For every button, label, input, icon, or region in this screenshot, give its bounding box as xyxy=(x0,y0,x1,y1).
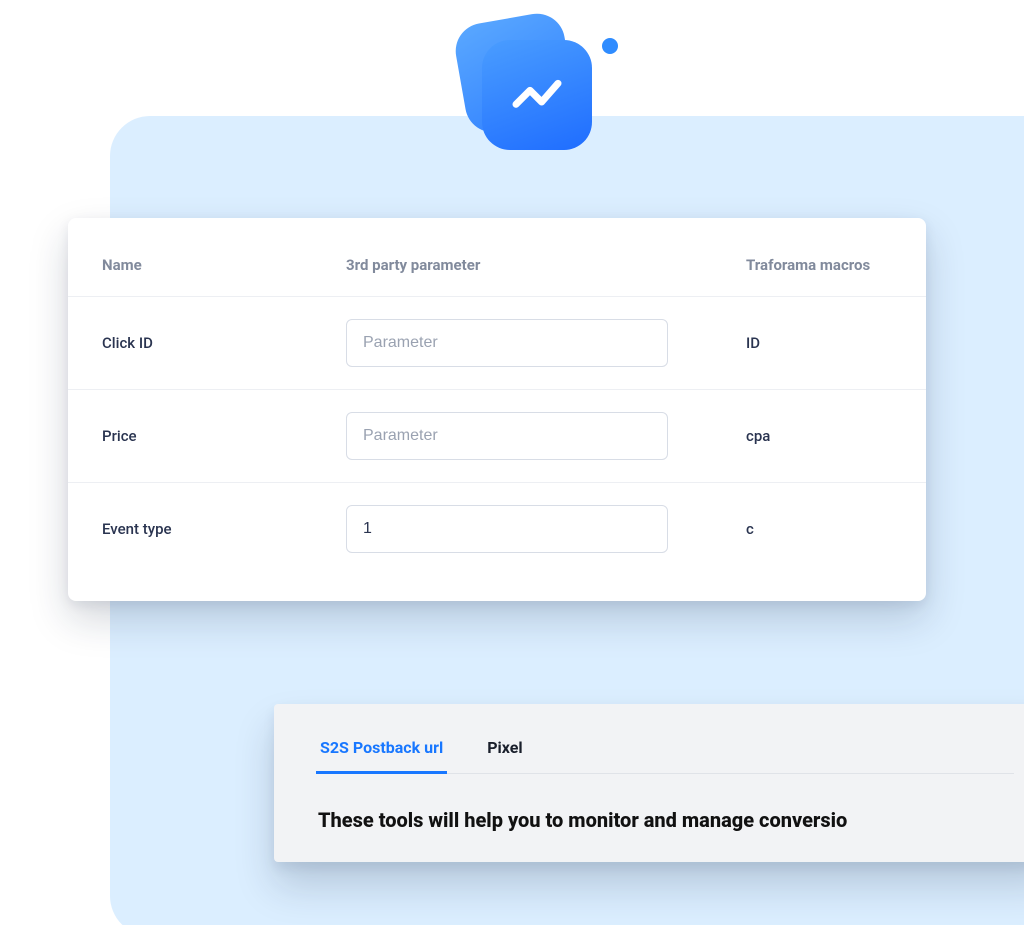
table-row: Price cpa xyxy=(68,389,926,482)
tab-s2s-postback-url[interactable]: S2S Postback url xyxy=(318,730,445,773)
notification-dot-icon xyxy=(602,38,618,54)
table-row: Event type c xyxy=(68,482,926,575)
row-name: Price xyxy=(102,427,346,445)
row-name: Click ID xyxy=(102,334,346,352)
row-macro: cpa xyxy=(746,427,892,445)
tab-pixel[interactable]: Pixel xyxy=(485,730,524,773)
trend-line-icon xyxy=(509,67,565,123)
header-macro: Traforama macros xyxy=(746,256,892,274)
table-row: Click ID ID xyxy=(68,296,926,389)
row-name: Event type xyxy=(102,520,346,538)
row-macro: ID xyxy=(746,334,892,352)
table-header-row: Name 3rd party parameter Traforama macro… xyxy=(68,248,926,296)
row-macro: c xyxy=(746,520,892,538)
analytics-icon xyxy=(460,18,620,168)
event-type-parameter-input[interactable] xyxy=(346,505,668,553)
price-parameter-input[interactable] xyxy=(346,412,668,460)
header-param: 3rd party parameter xyxy=(346,256,746,274)
tracking-panel-heading: These tools will help you to monitor and… xyxy=(318,808,1014,832)
header-name: Name xyxy=(102,256,346,274)
analytics-icon-front xyxy=(482,40,592,150)
parameters-card: Name 3rd party parameter Traforama macro… xyxy=(68,218,926,601)
click-id-parameter-input[interactable] xyxy=(346,319,668,367)
tracking-panel: S2S Postback url Pixel These tools will … xyxy=(274,704,1024,862)
tracking-tabs: S2S Postback url Pixel xyxy=(318,730,1014,774)
